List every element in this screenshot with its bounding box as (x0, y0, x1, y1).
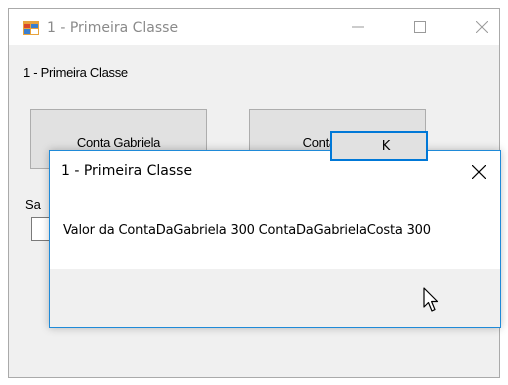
maximize-icon (414, 21, 426, 33)
minimize-button[interactable] (335, 9, 381, 45)
ok-button-label: K (381, 138, 391, 154)
minimize-icon (352, 26, 364, 28)
mouse-cursor-icon (423, 287, 439, 312)
title-bar[interactable]: 1 - Primeira Classe (9, 9, 499, 45)
form-header-label: 1 - Primeira Classe (23, 65, 128, 80)
dialog-title: 1 - Primeira Classe (61, 163, 193, 179)
dialog-message: Valor da ContaDaGabriela 300 ContaDaGabr… (63, 223, 431, 238)
conta-gabriela-label: Conta Gabriela (76, 135, 161, 150)
saldo-label: Sa (25, 197, 41, 212)
close-button[interactable] (459, 9, 505, 45)
window-title: 1 - Primeira Classe (47, 20, 179, 36)
close-icon (472, 165, 486, 179)
dialog-close-button[interactable] (464, 157, 494, 187)
close-icon (476, 21, 488, 33)
ok-button[interactable]: K (330, 131, 428, 161)
windows-form-icon (23, 21, 39, 35)
maximize-button[interactable] (397, 9, 443, 45)
